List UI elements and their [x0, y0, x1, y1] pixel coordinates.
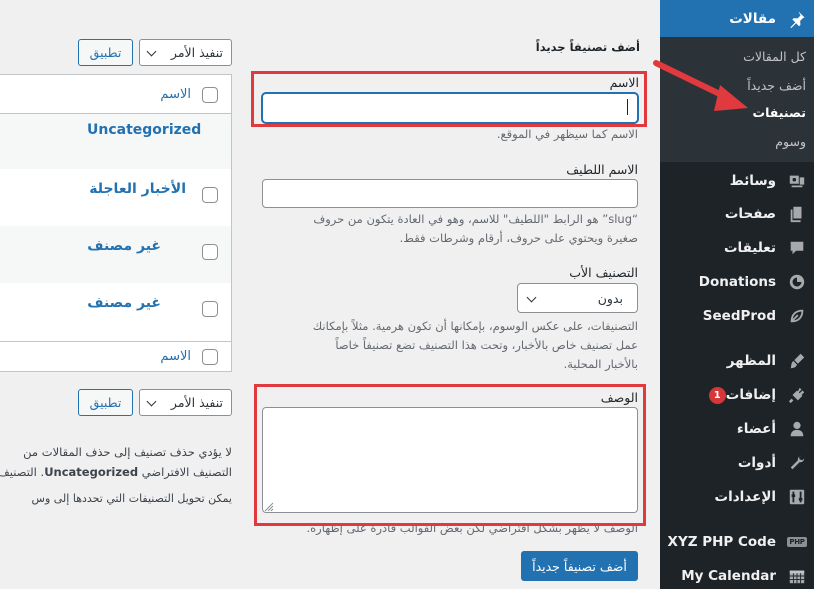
apply-button-bottom[interactable]: تطبيق: [78, 389, 133, 416]
sidebar-item-settings[interactable]: الإعدادات: [660, 486, 814, 508]
sidebar-item-label: SeedProd: [702, 308, 776, 324]
table-row: غير مصنف: [0, 283, 231, 341]
categories-table: الاسم Uncategorized الأخبار العاجلة غير …: [0, 74, 232, 372]
update-count-badge: 1: [708, 386, 726, 404]
row-checkbox[interactable]: [202, 301, 218, 317]
sidebar-item-label: أدوات: [737, 455, 776, 471]
column-footer-name[interactable]: الاسم: [160, 349, 191, 364]
row-checkbox[interactable]: [202, 244, 218, 260]
sidebar-item-donations[interactable]: Donations: [660, 271, 814, 293]
donations-icon: [780, 273, 814, 291]
convert-note: يمكن تحويل التصنيفات التي تحددها إلى وس: [0, 492, 232, 510]
convert-note-text: يمكن تحويل التصنيفات التي تحددها إلى وس: [31, 492, 232, 505]
column-header-name[interactable]: الاسم: [160, 87, 191, 102]
slug-label: الاسم اللطيف: [566, 162, 638, 177]
sidebar-item-label: الإعدادات: [714, 489, 776, 505]
parent-select-value: بدون: [597, 290, 623, 306]
php-icon-text: PHP: [787, 537, 807, 547]
sidebar-item-my-calendar[interactable]: My Calendar: [660, 565, 814, 587]
parent-description-line1: التصنيفات، على عكس الوسوم، بإمكانها أن ت…: [312, 319, 638, 333]
apply-button-top[interactable]: تطبيق: [78, 39, 133, 66]
parent-description-line2: عمل تصنيف خاص بالأخبار، وتحت هذا التصنيف…: [335, 338, 638, 352]
category-name-link[interactable]: غير مصنف: [87, 238, 161, 254]
slug-input[interactable]: [262, 179, 638, 208]
slug-description-line2: صغيرة ويحتوي على حروف، أرقام وشرطات فقط.: [399, 231, 638, 245]
add-category-button[interactable]: أضف تصنيفاً جديداً: [521, 551, 638, 581]
sidebar-item-media[interactable]: وسائط: [660, 170, 814, 192]
bulk-action-select-top[interactable]: تنفيذ الأمر: [139, 39, 232, 66]
plugins-icon: [780, 386, 814, 404]
sidebar-item-label: My Calendar: [681, 568, 776, 584]
sidebar-item-label: وسائط: [729, 173, 776, 189]
name-label: الاسم: [609, 75, 639, 90]
comments-icon: [780, 239, 814, 257]
sidebar-item-label: XYZ PHP Code: [667, 534, 776, 550]
sidebar-item-label: صفحات: [724, 206, 776, 222]
parent-category-select[interactable]: بدون: [517, 283, 638, 313]
form-heading: أضف تصنيفاً جديداً: [535, 40, 640, 54]
sidebar-item-label: Donations: [698, 274, 776, 290]
sidebar-item-label: أعضاء: [736, 421, 776, 437]
calendar-icon: [780, 567, 814, 585]
appearance-icon: [780, 352, 814, 370]
sidebar-item-plugins[interactable]: إضافات 1: [660, 384, 814, 406]
table-header-row: الاسم: [0, 75, 231, 114]
select-all-checkbox[interactable]: [202, 87, 218, 103]
sidebar-item-xyz-php-code[interactable]: PHP XYZ PHP Code: [660, 531, 814, 553]
bulk-action-value: تنفيذ الأمر: [170, 395, 223, 410]
table-footer-row: الاسم: [0, 341, 231, 372]
sidebar-item-label: مقالات: [729, 10, 776, 27]
select-all-checkbox-footer[interactable]: [202, 349, 218, 365]
chevron-down-icon: [146, 396, 157, 407]
chevron-down-icon: [146, 46, 157, 57]
parent-description-line3: بالأخبار المحلية.: [563, 357, 638, 371]
php-icon: PHP: [780, 537, 814, 547]
sidebar-item-tools[interactable]: أدوات: [660, 452, 814, 474]
table-row: Uncategorized: [0, 114, 231, 169]
media-icon: [780, 172, 814, 190]
sidebar-item-label: إضافات: [726, 387, 780, 403]
submenu-categories[interactable]: تصنيفات: [753, 105, 806, 120]
name-description: الاسم كما سيظهر في الموقع.: [496, 127, 638, 141]
users-icon: [780, 420, 814, 438]
sidebar-item-seedprod[interactable]: SeedProd: [660, 305, 814, 327]
category-name-link[interactable]: غير مصنف: [87, 295, 161, 311]
slug-description-line1: “slug” هو الرابط "اللطيف" للاسم، وهو في …: [313, 212, 638, 226]
default-category-name: Uncategorized: [44, 465, 139, 479]
seedprod-icon: [780, 307, 814, 325]
parent-label: التصنيف الأب: [569, 265, 638, 280]
bulk-action-value: تنفيذ الأمر: [170, 45, 223, 60]
sidebar-item-posts[interactable]: مقالات: [660, 0, 814, 37]
table-row: غير مصنف: [0, 226, 231, 283]
delete-note-line2: التصنيف الافتراضي Uncategorized. التصنيف: [0, 465, 232, 483]
text-caret: [627, 99, 628, 115]
note-post: . التصنيف: [0, 465, 45, 479]
category-name-link[interactable]: Uncategorized: [87, 122, 201, 138]
tools-icon: [780, 454, 814, 472]
delete-note-line1-text: لا يؤدي حذف تصنيف إلى حذف المقالات من: [23, 445, 232, 459]
pages-icon: [780, 205, 814, 223]
table-row: الأخبار العاجلة: [0, 169, 231, 226]
sidebar-item-comments[interactable]: تعليقات: [660, 237, 814, 259]
sidebar-item-label: تعليقات: [723, 240, 776, 256]
sidebar-item-users[interactable]: أعضاء: [660, 418, 814, 440]
annotation-arrow-icon: [653, 60, 748, 111]
sidebar-item-label: المظهر: [726, 353, 776, 369]
chevron-down-icon: [526, 292, 537, 303]
row-checkbox[interactable]: [202, 187, 218, 203]
sidebar-item-appearance[interactable]: المظهر: [660, 350, 814, 372]
sidebar-item-label-text: إضافات: [725, 387, 776, 403]
settings-icon: [780, 488, 814, 506]
description-highlight-box: [254, 384, 646, 526]
delete-note-line1: لا يؤدي حذف تصنيف إلى حذف المقالات من: [0, 445, 232, 463]
submenu-tags[interactable]: وسوم: [775, 134, 806, 149]
delete-note-line2-text: التصنيف الافتراضي Uncategorized. التصنيف: [0, 465, 232, 479]
sidebar-item-pages[interactable]: صفحات: [660, 203, 814, 225]
pin-icon: [780, 10, 814, 28]
bulk-action-select-bottom[interactable]: تنفيذ الأمر: [139, 389, 232, 416]
note-pre: التصنيف الافتراضي: [141, 465, 232, 479]
name-input[interactable]: [262, 93, 638, 123]
category-name-link[interactable]: الأخبار العاجلة: [89, 181, 186, 197]
